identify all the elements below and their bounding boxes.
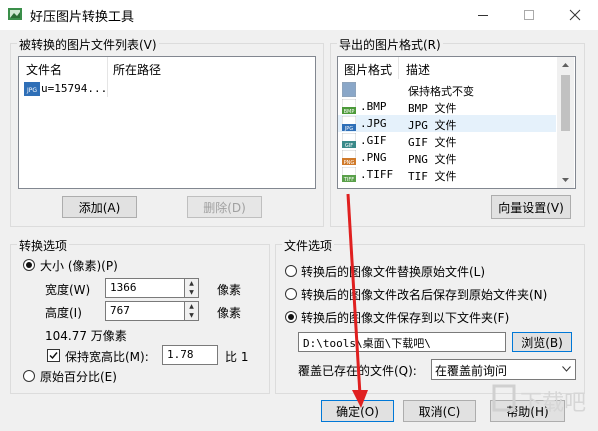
file-list-label: 被转换的图片文件列表(V) bbox=[17, 36, 159, 53]
format-row[interactable]: JPG .JPG JPG 文件 bbox=[338, 115, 556, 132]
format-row[interactable]: PNG .PNG PNG 文件 bbox=[338, 149, 556, 166]
window-title: 好压图片转换工具 bbox=[30, 10, 135, 25]
title-bar: 好压图片转换工具 bbox=[0, 0, 598, 30]
format-description: PNG 文件 bbox=[408, 153, 457, 166]
height-label: 高度(I) bbox=[45, 306, 82, 320]
column-header-path[interactable]: 所在路径 bbox=[113, 61, 161, 78]
replace-original-radio[interactable] bbox=[285, 265, 297, 277]
column-header-format[interactable]: 图片格式 bbox=[344, 61, 392, 78]
ratio-field[interactable]: 1.78 bbox=[162, 345, 218, 365]
jpg-badge-text: JPG bbox=[26, 87, 37, 94]
convert-options-group: 转换选项 大小 (像素)(P) 宽度(W) 1366 ▲ ▼ 像素 高度(I) 7… bbox=[10, 237, 270, 394]
minimize-button[interactable] bbox=[460, 0, 506, 30]
export-format-list[interactable]: 图片格式 描述 保持格式不变 BMP .BMP BMP 文件 JPG .JPG JPG 文件… bbox=[337, 56, 576, 189]
format-row[interactable]: BMP .BMP BMP 文件 bbox=[338, 98, 556, 115]
file-list[interactable]: 文件名 所在路径 JPG u=15794... bbox=[18, 56, 316, 189]
export-format-label: 导出的图片格式(R) bbox=[337, 36, 443, 53]
column-header-filename[interactable]: 文件名 bbox=[26, 61, 62, 78]
watermark-logo: 下载吧 bbox=[492, 384, 586, 416]
minimize-icon bbox=[478, 15, 488, 16]
file-list-header: 文件名 所在路径 bbox=[19, 57, 315, 79]
width-unit: 像素 bbox=[217, 283, 242, 297]
svg-text:下载吧: 下载吧 bbox=[520, 391, 586, 416]
arrowhead-icon bbox=[352, 390, 368, 408]
maximize-button[interactable] bbox=[506, 0, 552, 30]
format-badge-text: BMP bbox=[344, 109, 355, 114]
original-percent-radio[interactable] bbox=[23, 370, 35, 382]
column-divider[interactable] bbox=[398, 57, 399, 79]
format-description: 保持格式不变 bbox=[408, 85, 474, 98]
format-badge-text: GIF bbox=[345, 143, 353, 148]
height-spinner[interactable]: ▲ ▼ bbox=[185, 301, 199, 321]
ratio-suffix: 比 1 bbox=[225, 350, 249, 364]
format-row[interactable]: TIFF .TIFF TIF 文件 bbox=[338, 166, 556, 183]
column-divider[interactable] bbox=[107, 57, 108, 79]
width-label: 宽度(W) bbox=[45, 283, 91, 297]
size-pixels-radio[interactable] bbox=[23, 259, 35, 271]
wizard-settings-button[interactable]: 向量设置(V) bbox=[491, 195, 571, 219]
format-row[interactable]: 保持格式不变 bbox=[338, 81, 556, 98]
close-icon bbox=[569, 9, 581, 21]
cancel-button[interactable]: 取消(C) bbox=[403, 400, 476, 422]
red-arrow-annotation bbox=[346, 193, 368, 408]
browse-button[interactable]: 浏览(B) bbox=[512, 332, 572, 352]
replace-original-label[interactable]: 转换后的图像文件替换原始文件(L) bbox=[301, 263, 485, 280]
format-list-scrollbar[interactable] bbox=[557, 57, 574, 188]
app-icon bbox=[8, 8, 22, 20]
format-description: GIF 文件 bbox=[408, 136, 457, 149]
format-badge-text: TIFF bbox=[343, 177, 354, 182]
save-to-folder-radio[interactable] bbox=[285, 311, 297, 323]
rename-save-radio[interactable] bbox=[285, 288, 297, 300]
checkmark-icon bbox=[49, 352, 58, 360]
jpg-file-icon: JPG bbox=[24, 82, 40, 96]
width-field[interactable]: 1366 bbox=[105, 278, 185, 298]
column-header-description[interactable]: 描述 bbox=[406, 61, 430, 78]
format-extension: .BMP bbox=[360, 100, 387, 113]
keep-ratio-checkbox[interactable] bbox=[47, 349, 60, 362]
overwrite-select[interactable]: 在覆盖前询问 bbox=[431, 359, 576, 380]
keep-ratio-label[interactable]: 保持宽高比(M): bbox=[65, 348, 149, 365]
height-unit: 像素 bbox=[217, 306, 242, 320]
format-description: JPG 文件 bbox=[408, 119, 457, 132]
file-options-label: 文件选项 bbox=[282, 237, 335, 254]
format-extension: .PNG bbox=[360, 151, 387, 164]
close-button[interactable] bbox=[552, 0, 598, 30]
format-row[interactable]: GIF .GIF GIF 文件 bbox=[338, 132, 556, 149]
jpg-format-icon: JPG bbox=[342, 116, 356, 131]
format-description: BMP 文件 bbox=[408, 102, 457, 115]
export-format-header: 图片格式 描述 bbox=[338, 57, 575, 79]
gif-format-icon: GIF bbox=[342, 133, 356, 148]
chevron-down-icon bbox=[562, 366, 571, 372]
overwrite-value: 在覆盖前询问 bbox=[435, 364, 508, 378]
format-extension: .GIF bbox=[360, 134, 387, 147]
original-percent-label[interactable]: 原始百分比(E) bbox=[40, 368, 117, 385]
scroll-down-icon bbox=[562, 178, 569, 182]
width-spinner[interactable]: ▲ ▼ bbox=[185, 278, 199, 298]
format-extension: .JPG bbox=[360, 117, 387, 130]
scrollbar-graphic bbox=[561, 63, 570, 182]
file-list-group: 被转换的图片文件列表(V) 文件名 所在路径 JPG u=15794... 添加… bbox=[10, 36, 324, 227]
format-badge-text: JPG bbox=[344, 126, 353, 131]
convert-options-label: 转换选项 bbox=[17, 237, 70, 254]
maximize-icon bbox=[524, 10, 534, 20]
megapixels-readout: 104.77 万像素 bbox=[45, 329, 127, 343]
list-item[interactable]: JPG u=15794... bbox=[21, 81, 311, 97]
keep-format-icon bbox=[342, 82, 356, 97]
file-options-group: 文件选项 转换后的图像文件替换原始文件(L) 转换后的图像文件改名后保存到原始文… bbox=[275, 237, 585, 394]
file-name: u=15794... bbox=[41, 82, 108, 95]
scroll-up-icon bbox=[562, 63, 569, 67]
delete-button[interactable]: 删除(D) bbox=[187, 196, 262, 218]
png-format-icon: PNG bbox=[342, 150, 356, 165]
add-button[interactable]: 添加(A) bbox=[62, 196, 137, 218]
bmp-format-icon: BMP bbox=[342, 99, 356, 114]
format-extension: .TIFF bbox=[360, 168, 394, 181]
format-description: TIF 文件 bbox=[408, 170, 457, 183]
tiff-format-icon: TIFF bbox=[342, 167, 356, 182]
converter-window: 好压图片转换工具 被转换的图片文件列表(V) 文件名 所在路径 JPG u=15… bbox=[0, 0, 598, 431]
size-pixels-label[interactable]: 大小 (像素)(P) bbox=[40, 257, 118, 274]
height-field[interactable]: 767 bbox=[105, 301, 185, 321]
format-badge-text: PNG bbox=[344, 160, 355, 165]
